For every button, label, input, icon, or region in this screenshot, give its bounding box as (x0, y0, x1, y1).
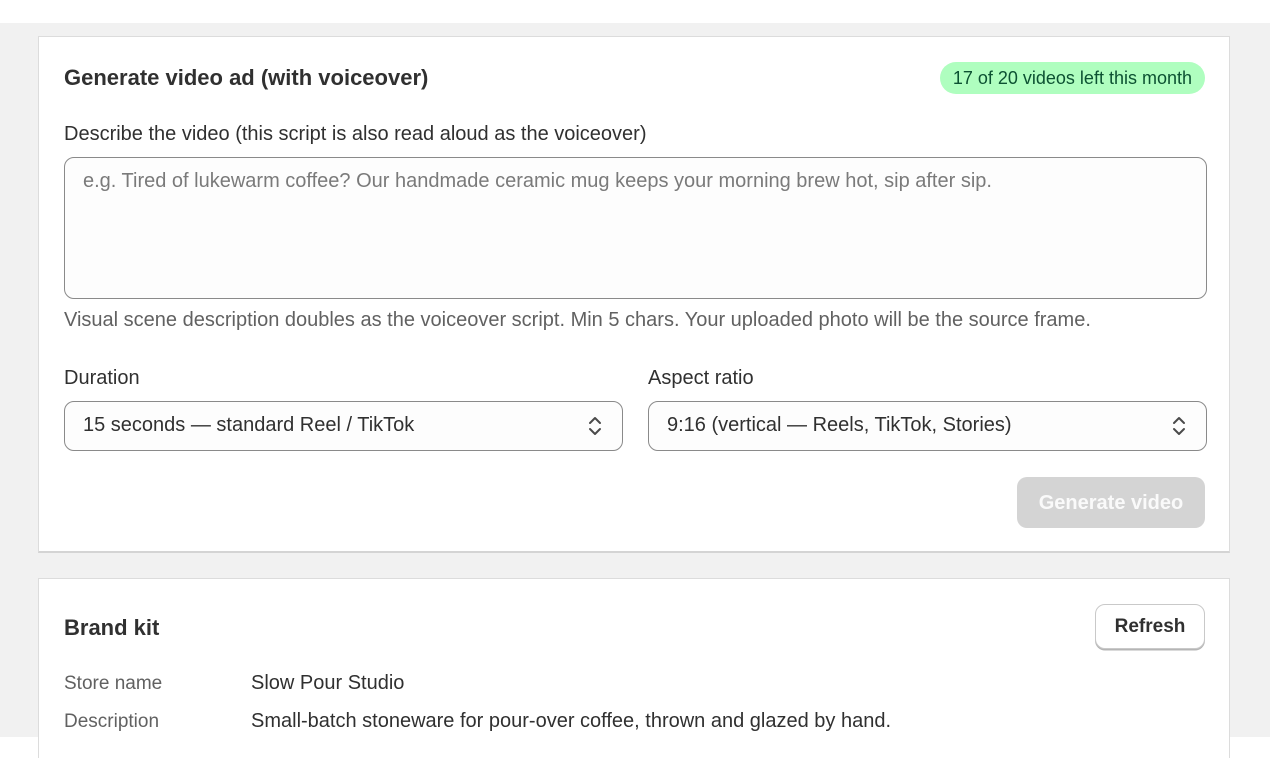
store-name-key: Store name (64, 673, 163, 694)
card-title: Brand kit (64, 615, 160, 640)
duration-select[interactable]: 15 seconds — standard Reel / TikTok (64, 401, 623, 451)
refresh-button[interactable]: Refresh (1095, 604, 1205, 649)
store-name-value: Slow Pour Studio (251, 672, 405, 694)
duration-label: Duration (64, 367, 140, 389)
generate-video-card: Generate video ad (with voiceover) 17 of… (38, 36, 1230, 553)
description-help-text: Visual scene description doubles as the … (64, 309, 1091, 331)
aspect-ratio-selected-value: 9:16 (vertical — Reels, TikTok, Stories) (667, 414, 1012, 436)
description-textarea[interactable] (64, 157, 1207, 299)
description-value: Small-batch stoneware for pour-over coff… (251, 710, 891, 732)
card-title: Generate video ad (with voiceover) (64, 65, 429, 90)
quota-badge: 17 of 20 videos left this month (939, 62, 1205, 94)
aspect-ratio-select[interactable]: 9:16 (vertical — Reels, TikTok, Stories) (648, 401, 1207, 451)
generate-video-button[interactable]: Generate video (1017, 477, 1205, 528)
duration-selected-value: 15 seconds — standard Reel / TikTok (83, 414, 415, 436)
chevron-updown-icon (589, 417, 601, 435)
chevron-updown-icon (1173, 417, 1185, 435)
description-label: Describe the video (this script is also … (64, 123, 647, 145)
description-key: Description (64, 711, 160, 732)
aspect-ratio-label: Aspect ratio (648, 367, 754, 389)
brand-kit-card: Brand kit Refresh Store name Slow Pour S… (38, 578, 1230, 758)
